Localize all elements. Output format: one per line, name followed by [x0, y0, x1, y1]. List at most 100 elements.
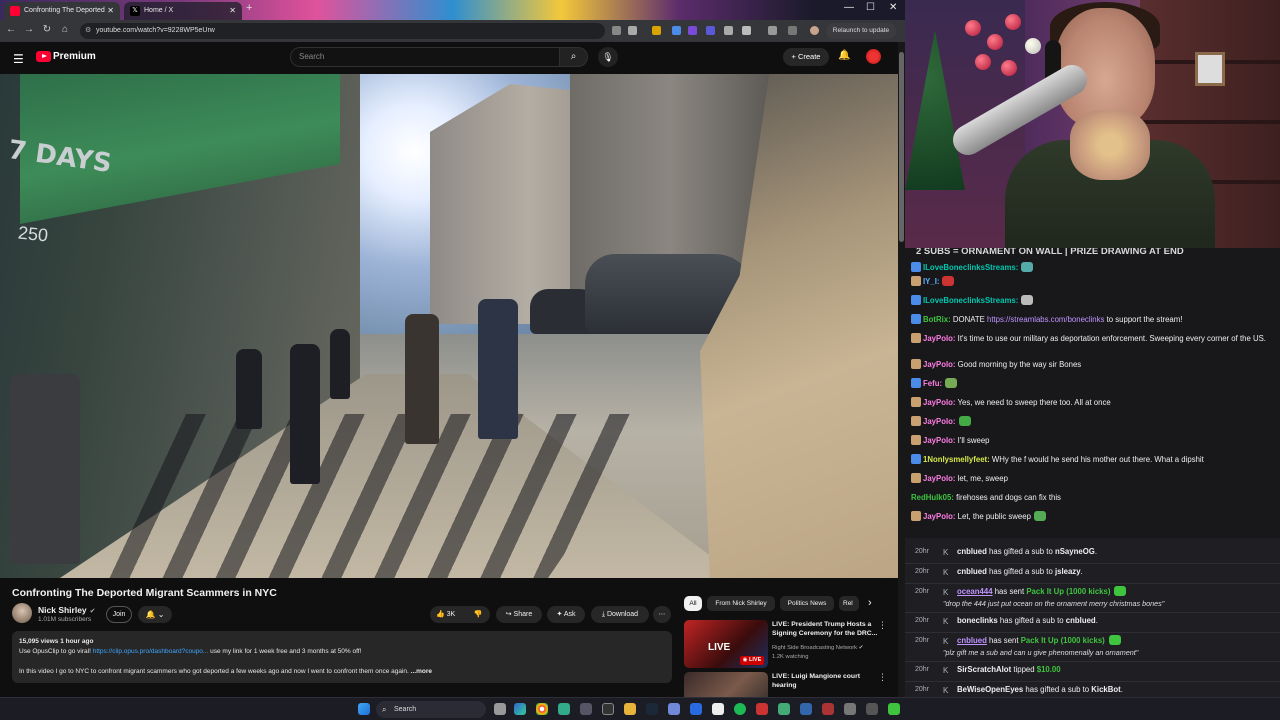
more-actions-button[interactable]: ⋯ — [653, 606, 671, 623]
notifications-bell-icon[interactable]: 🔔 — [838, 50, 850, 61]
back-icon[interactable]: ← — [4, 24, 18, 35]
maximize-button[interactable]: ☐ — [866, 2, 875, 13]
bookmark-star-icon[interactable] — [628, 26, 637, 35]
app-icon[interactable] — [580, 703, 592, 715]
search-button[interactable]: ⌕ — [560, 47, 588, 67]
app-icon[interactable] — [756, 703, 768, 715]
chip-politics-news[interactable]: Politics News — [780, 596, 834, 611]
close-window-button[interactable]: ✕ — [889, 2, 897, 13]
tab-x[interactable]: 𝕏 Home / X ✕ — [124, 2, 242, 20]
chat-username[interactable]: JayPolo: — [923, 417, 956, 426]
recommendation-title[interactable]: LIVE: Luigi Mangione court hearing — [772, 672, 880, 690]
chat-username[interactable]: ILoveBoneclinksStreams: — [923, 263, 1018, 272]
recommendation-thumbnail[interactable] — [684, 672, 768, 697]
app-icon[interactable] — [800, 703, 812, 715]
extension-icon[interactable] — [688, 26, 697, 35]
page-scrollbar[interactable] — [898, 42, 905, 697]
home-icon[interactable]: ⌂ — [58, 24, 72, 35]
app-icon[interactable] — [822, 703, 834, 715]
recommendation-title[interactable]: LIVE: President Trump Hosts a Signing Ce… — [772, 620, 880, 638]
channel-avatar[interactable] — [12, 603, 32, 623]
chat-link[interactable]: https://streamlabs.com/boneclinks — [987, 315, 1104, 324]
chat-username[interactable]: JayPolo: — [923, 334, 956, 343]
event-username[interactable]: jsleazy — [1055, 567, 1081, 576]
chat-username[interactable]: JayPolo: — [923, 512, 956, 521]
tab-youtube[interactable]: Confronting The Deported ✕ — [4, 2, 120, 20]
event-username[interactable]: BeWiseOpenEyes — [957, 685, 1023, 694]
description-box[interactable]: 15,095 views 1 hour ago Use OpusClip to … — [12, 631, 672, 683]
new-tab-button[interactable]: + — [246, 2, 252, 14]
video-player[interactable]: 7 DAYS 250 — [0, 74, 898, 578]
extension-icon[interactable] — [724, 26, 733, 35]
chat-username[interactable]: JayPolo: — [923, 360, 956, 369]
event-username[interactable]: cnblued — [1066, 616, 1096, 625]
channel-name[interactable]: Nick Shirley ✔ — [38, 605, 96, 615]
chat-username[interactable]: JayPolo: — [923, 474, 956, 483]
scrollbar-thumb[interactable] — [899, 52, 904, 242]
taskbar-search[interactable]: ⌕ Search — [376, 701, 486, 718]
ask-button[interactable]: ✦ Ask — [547, 606, 585, 623]
app-icon[interactable] — [778, 703, 790, 715]
chat-username[interactable]: BotRix: — [923, 315, 951, 324]
app-icon[interactable] — [866, 703, 878, 715]
site-info-icon[interactable]: ⚙ — [85, 23, 91, 39]
chrome-icon[interactable] — [536, 703, 548, 715]
app-icon[interactable] — [844, 703, 856, 715]
chat-username[interactable]: IY_I: — [923, 277, 939, 286]
event-username[interactable]: cnblued — [957, 547, 987, 556]
close-tab-icon[interactable]: ✕ — [107, 2, 114, 20]
relaunch-button[interactable]: Relaunch to update — [826, 23, 896, 39]
event-username[interactable]: nSayneOG — [1055, 547, 1095, 556]
description-link[interactable]: https://clip.opus.pro/dashboard?coupo... — [93, 648, 209, 655]
minimize-button[interactable]: — — [844, 2, 854, 13]
recommendation-item[interactable]: LIVE ◉ LIVE LIVE: President Trump Hosts … — [684, 620, 894, 670]
chat-username[interactable]: JayPolo: — [923, 436, 956, 445]
extension-icon[interactable] — [706, 26, 715, 35]
profile-avatar-icon[interactable] — [810, 26, 819, 35]
voice-search-button[interactable]: 🎙 — [598, 47, 618, 67]
youtube-brand[interactable]: Premium — [53, 51, 96, 62]
subscribed-button[interactable]: 🔔 ⌄ — [138, 606, 172, 623]
sidepanel-icon[interactable] — [768, 26, 777, 35]
event-username[interactable]: ocean444 — [957, 587, 993, 596]
event-username[interactable]: SirScratchAlot — [957, 665, 1011, 674]
close-tab-icon[interactable]: ✕ — [229, 2, 236, 20]
extensions-puzzle-icon[interactable] — [742, 26, 751, 35]
create-button[interactable]: + Create — [783, 48, 829, 66]
account-avatar[interactable] — [866, 49, 881, 64]
recommendation-item[interactable]: LIVE: Luigi Mangione court hearing ⋮ — [684, 672, 894, 697]
chip-all[interactable]: All — [684, 596, 702, 611]
chip-related[interactable]: Rel — [839, 596, 859, 611]
extension-icon[interactable] — [672, 26, 681, 35]
event-username[interactable]: KickBot — [1091, 685, 1120, 694]
share-button[interactable]: ↪ Share — [496, 606, 542, 623]
show-more-link[interactable]: ...more — [411, 668, 432, 675]
event-username[interactable]: boneclinks — [957, 616, 998, 625]
reload-icon[interactable]: ↻ — [40, 24, 54, 35]
chat-username[interactable]: RedHulk05: — [911, 493, 954, 502]
extension-icon[interactable] — [788, 26, 797, 35]
spotify-icon[interactable] — [734, 703, 746, 715]
app-icon[interactable] — [558, 703, 570, 715]
task-view-icon[interactable] — [494, 703, 506, 715]
youtube-logo-icon[interactable] — [36, 51, 51, 62]
discord-icon[interactable] — [668, 703, 680, 715]
recommendation-thumbnail[interactable]: LIVE ◉ LIVE — [684, 620, 768, 668]
event-username[interactable]: cnblued — [957, 567, 987, 576]
join-button[interactable]: Join — [106, 606, 132, 623]
event-username[interactable]: cnblued — [957, 636, 987, 645]
menu-hamburger-icon[interactable]: ☰ — [13, 52, 24, 66]
more-options-icon[interactable]: ⋮ — [878, 620, 887, 631]
obs-icon[interactable] — [712, 703, 724, 715]
app-icon[interactable] — [690, 703, 702, 715]
forward-icon[interactable]: → — [22, 24, 36, 35]
chat-username[interactable]: ILoveBoneclinksStreams: — [923, 296, 1018, 305]
app-icon[interactable] — [602, 703, 614, 715]
search-input[interactable]: Search — [290, 47, 560, 67]
steam-icon[interactable] — [646, 703, 658, 715]
chips-next-icon[interactable]: › — [868, 597, 872, 609]
windows-start-icon[interactable] — [358, 703, 370, 715]
chat-username[interactable]: 1Nonlysmellyfeet: — [923, 455, 990, 464]
dislike-button[interactable]: 👎 — [466, 606, 490, 623]
more-options-icon[interactable]: ⋮ — [878, 672, 887, 683]
